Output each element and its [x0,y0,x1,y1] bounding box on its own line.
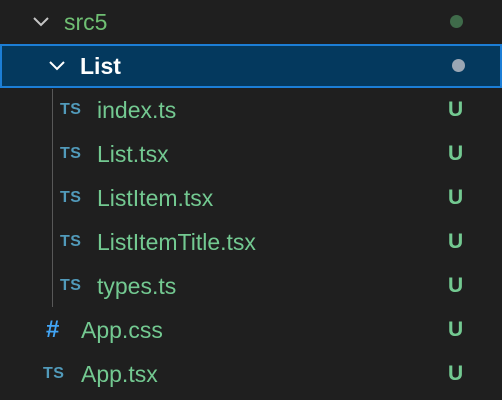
file-name: App.tsx [81,361,158,387]
file-row[interactable]: TS types.ts U [0,264,502,308]
status-dot [450,15,463,28]
untracked-badge: U [448,362,464,385]
chevron-down-icon[interactable] [32,13,50,31]
ts-icon: TS [43,365,65,382]
file-row[interactable]: TS List.tsx U [0,132,502,176]
file-name: ListItem.tsx [97,185,214,211]
ts-icon: TS [60,189,82,206]
css-icon: # [46,316,60,343]
status-dot [452,59,465,72]
file-row[interactable]: # App.css U [0,308,502,352]
file-explorer: src5 List TS index.ts U TS List.tsx U TS… [0,0,502,400]
untracked-badge: U [448,186,464,209]
ts-icon: TS [60,145,82,162]
file-name: index.ts [97,97,177,123]
file-name: ListItemTitle.tsx [97,229,256,255]
file-name: types.ts [97,273,177,299]
chevron-down-icon[interactable] [48,57,66,75]
untracked-badge: U [448,318,464,341]
folder-row-list[interactable]: List [0,44,502,88]
file-row[interactable]: TS ListItem.tsx U [0,176,502,220]
ts-icon: TS [60,233,82,250]
untracked-badge: U [448,142,464,165]
untracked-badge: U [448,274,464,297]
untracked-badge: U [448,98,464,121]
file-name: App.css [81,317,163,343]
untracked-badge: U [448,230,464,253]
ts-icon: TS [60,101,82,118]
folder-name: List [80,53,121,79]
ts-icon: TS [60,277,82,294]
file-name: List.tsx [97,141,169,167]
file-row[interactable]: TS ListItemTitle.tsx U [0,220,502,264]
folder-row-src5[interactable]: src5 [0,0,502,44]
file-row[interactable]: TS App.tsx U [0,352,502,396]
file-row[interactable]: TS index.ts U [0,88,502,132]
folder-name: src5 [64,9,108,35]
